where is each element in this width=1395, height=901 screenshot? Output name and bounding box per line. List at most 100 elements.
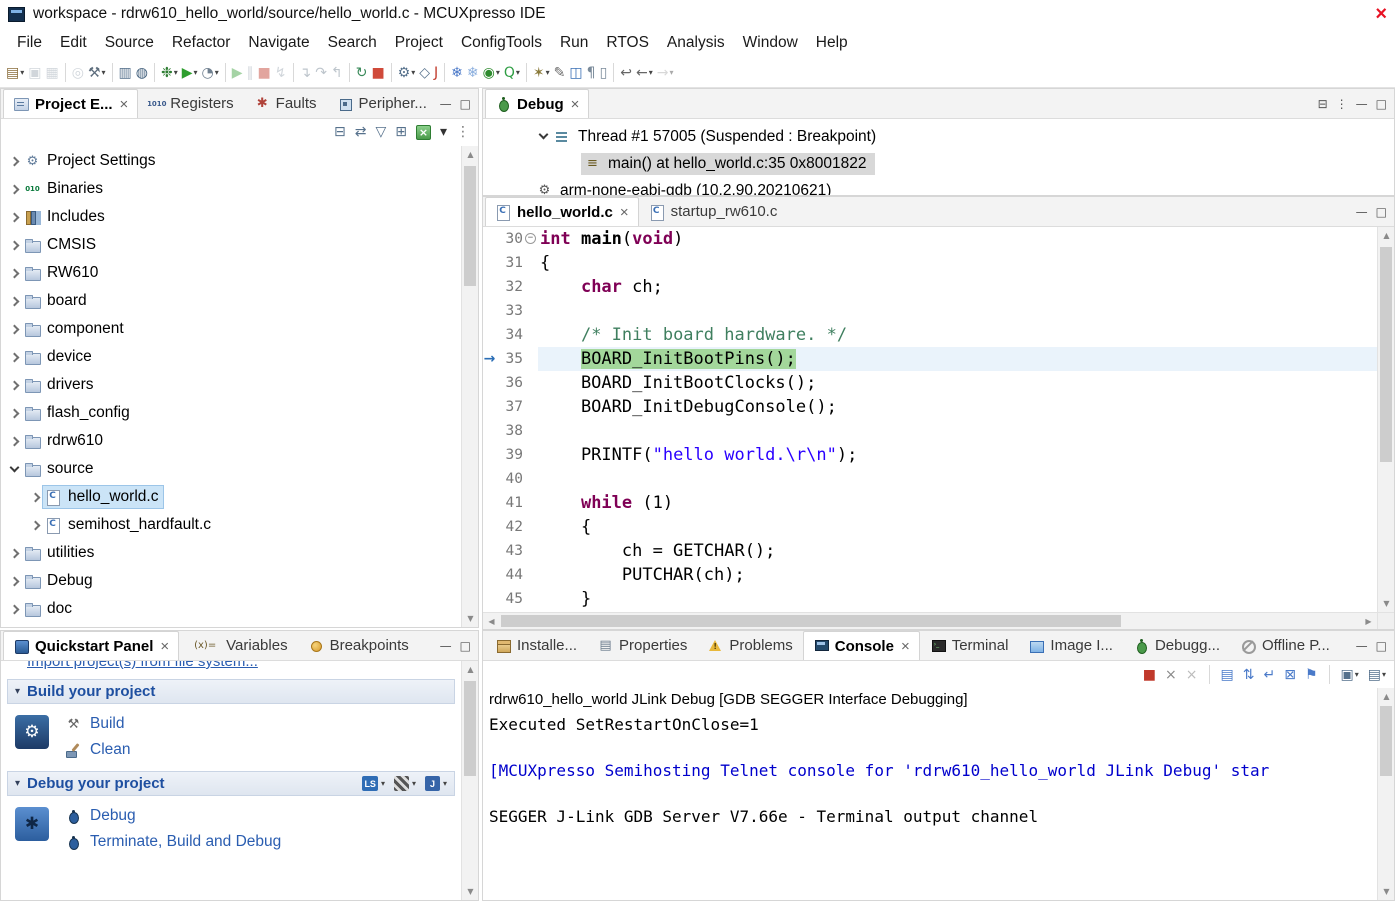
- word-wrap-button[interactable]: ↵: [1261, 663, 1277, 687]
- scroll-down-icon[interactable]: ▼: [462, 883, 479, 900]
- back-button[interactable]: ←▾: [634, 61, 655, 85]
- tree-item-rdrw610[interactable]: rdrw610: [1, 427, 461, 455]
- tab-debug[interactable]: Debug×: [485, 89, 589, 118]
- quickstart-build[interactable]: ⚒Build: [65, 715, 131, 733]
- scrollbar-thumb[interactable]: [1380, 706, 1392, 776]
- tree-item-utilities[interactable]: utilities: [1, 539, 461, 567]
- scrollbar-thumb[interactable]: [464, 166, 476, 286]
- dropdown-arrow-icon[interactable]: ▾: [411, 68, 415, 77]
- scroll-lock-button[interactable]: ⇅: [1241, 663, 1257, 687]
- forward-button[interactable]: →▾: [655, 61, 676, 85]
- save-button[interactable]: ▣: [26, 61, 43, 85]
- chevron-right-icon[interactable]: [31, 520, 41, 530]
- collapse-all-button[interactable]: ⊟: [1318, 98, 1328, 110]
- profile-launch-button[interactable]: ◔▾: [200, 61, 221, 85]
- terminate-console-button[interactable]: ■: [1141, 663, 1158, 687]
- view-menu-button[interactable]: ⋮: [1336, 98, 1348, 110]
- chevron-right-icon[interactable]: [10, 296, 20, 306]
- tab-variables[interactable]: Variables: [179, 631, 297, 660]
- tab-hello-world-c[interactable]: hello_world.c×: [485, 197, 639, 226]
- chevron-right-icon[interactable]: [10, 352, 20, 362]
- tree-item-includes[interactable]: Includes: [1, 203, 461, 231]
- menu-source[interactable]: Source: [96, 30, 163, 56]
- tab-faults[interactable]: ✱Faults: [244, 89, 327, 118]
- chevron-right-icon[interactable]: [10, 184, 20, 194]
- dropdown-arrow-icon[interactable]: ▾: [1355, 670, 1359, 679]
- dropdown-arrow-icon[interactable]: ▾: [381, 779, 385, 788]
- menu-help[interactable]: Help: [807, 30, 857, 56]
- dropdown-arrow-icon[interactable]: ▾: [215, 68, 219, 77]
- section-collapse-icon[interactable]: ▾: [15, 778, 20, 789]
- probe-linkserver-button[interactable]: LS▾: [362, 776, 385, 791]
- window-close-button[interactable]: ×: [1375, 1, 1387, 27]
- close-tab-icon[interactable]: ×: [160, 638, 169, 655]
- menu-window[interactable]: Window: [734, 30, 807, 56]
- scroll-up-icon[interactable]: ▲: [1378, 688, 1395, 705]
- debug-row-thread-1-57005-suspended-bre[interactable]: Thread #1 57005 (Suspended : Breakpoint): [483, 123, 1394, 150]
- focus-task-button[interactable]: [414, 120, 433, 144]
- tree-item-component[interactable]: component: [1, 315, 461, 343]
- menu-configtools[interactable]: ConfigTools: [452, 30, 551, 56]
- minimize-button[interactable]: —: [1356, 206, 1368, 218]
- tree-item-flash-config[interactable]: flash_config: [1, 399, 461, 427]
- show-whitespace-button[interactable]: ¶: [585, 61, 598, 85]
- tab-installe[interactable]: Installe...: [485, 631, 587, 660]
- step-into-button[interactable]: ↴: [298, 61, 314, 85]
- tab-registers[interactable]: Registers: [138, 89, 243, 118]
- minimize-button[interactable]: —: [440, 640, 452, 652]
- suspend-button[interactable]: ∥: [245, 61, 256, 85]
- tab-properties[interactable]: ▤Properties: [587, 631, 697, 660]
- scroll-down-icon[interactable]: ▼: [1378, 883, 1395, 900]
- search-button[interactable]: ◍: [134, 61, 150, 85]
- dropdown-arrow-icon[interactable]: ▾: [649, 68, 653, 77]
- close-tab-icon[interactable]: ×: [571, 96, 580, 113]
- open-console-button[interactable]: ▤▾: [1366, 663, 1388, 687]
- step-return-button[interactable]: ↰: [329, 61, 345, 85]
- tree-item-hello-world-c[interactable]: hello_world.c: [1, 483, 461, 511]
- menu-refactor[interactable]: Refactor: [163, 30, 240, 56]
- analysis-trace-button[interactable]: ◫: [567, 61, 584, 85]
- close-tab-icon[interactable]: ×: [120, 96, 129, 113]
- menu-analysis[interactable]: Analysis: [658, 30, 734, 56]
- dropdown-arrow-icon[interactable]: ▾: [194, 68, 198, 77]
- probe-jlink-button[interactable]: J▾: [425, 776, 447, 791]
- section-collapse-icon[interactable]: ▾: [15, 686, 20, 697]
- scroll-down-icon[interactable]: ▼: [1378, 595, 1395, 612]
- quickstart-terminate-build-and-debug[interactable]: Terminate, Build and Debug: [65, 833, 281, 851]
- tab-offline-p[interactable]: Offline P...: [1230, 631, 1340, 660]
- expand-all-button[interactable]: ⊞: [393, 120, 409, 144]
- dropdown-arrow-icon[interactable]: ▾: [670, 68, 674, 77]
- debug-row-main-at-hello-world-c-35-0x8[interactable]: ≡main() at hello_world.c:35 0x8001822: [483, 150, 1394, 177]
- collapse-all-button[interactable]: ⊟: [332, 120, 348, 144]
- export-log-button[interactable]: ▤: [1219, 663, 1236, 687]
- quickstart-debug[interactable]: Debug: [65, 807, 281, 825]
- chevron-right-icon[interactable]: [10, 156, 20, 166]
- quick-settings-button[interactable]: Q▾: [502, 61, 522, 85]
- chevron-right-icon[interactable]: [10, 240, 20, 250]
- debug-row-arm-none-eabi-gdb-10-2-90-20[interactable]: ⚙arm-none-eabi-gdb (10.2.90.20210621): [483, 177, 1394, 195]
- scrollbar-thumb[interactable]: [1380, 247, 1392, 462]
- dropdown-arrow-icon[interactable]: ▾: [412, 779, 416, 788]
- filters-button[interactable]: ▽: [373, 120, 388, 144]
- menu-search[interactable]: Search: [319, 30, 386, 56]
- tree-item-cmsis[interactable]: CMSIS: [1, 231, 461, 259]
- tab-image-i[interactable]: Image I...: [1018, 631, 1123, 660]
- tree-item-source[interactable]: source: [1, 455, 461, 483]
- tab-breakpoints[interactable]: Breakpoints: [298, 631, 419, 660]
- tree-item-semihost-hardfault-c[interactable]: semihost_hardfault.c: [1, 511, 461, 539]
- external-tools-button[interactable]: ⚙▾: [396, 61, 418, 85]
- link-with-editor-button[interactable]: ⇄: [353, 120, 369, 144]
- menu-file[interactable]: File: [8, 30, 51, 56]
- chevron-right-icon[interactable]: [10, 380, 20, 390]
- scroll-down-icon[interactable]: ▼: [462, 610, 479, 627]
- last-edit-location-button[interactable]: ↩: [618, 61, 634, 85]
- pause-refresh-button[interactable]: ❄: [449, 61, 465, 85]
- jlink-script-button[interactable]: J: [432, 61, 440, 85]
- scroll-up-icon[interactable]: ▲: [462, 146, 479, 163]
- editor-vertical-scrollbar[interactable]: ▲ ▼: [1377, 227, 1394, 612]
- maximize-button[interactable]: □: [1376, 98, 1387, 110]
- maximize-button[interactable]: □: [1376, 640, 1387, 652]
- quickstart-clean[interactable]: Clean: [65, 741, 131, 759]
- pause-all-refresh-button[interactable]: ❄: [465, 61, 481, 85]
- config-wizard-button[interactable]: ✶▾: [531, 61, 552, 85]
